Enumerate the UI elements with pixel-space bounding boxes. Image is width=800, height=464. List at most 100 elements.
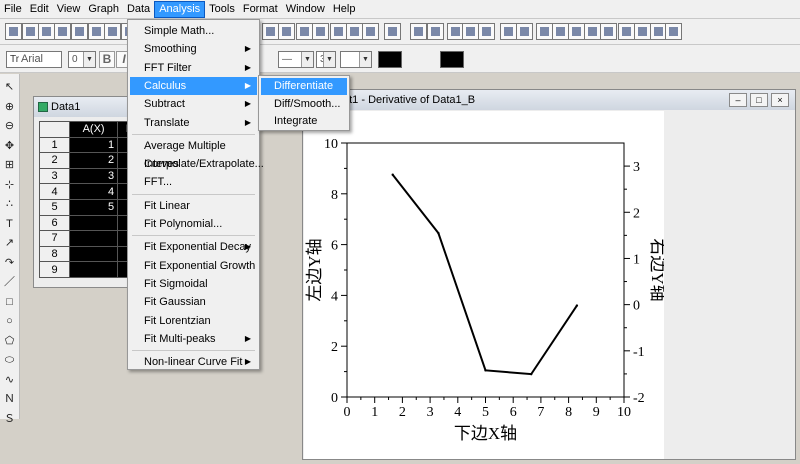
row-header[interactable]: 5 xyxy=(39,198,70,216)
text-tool-icon[interactable]: T xyxy=(2,217,17,232)
minimize-button[interactable]: – xyxy=(729,93,747,107)
menu-item-calculus[interactable]: Calculus ▶ xyxy=(130,76,257,95)
menu-item-fft-filter[interactable]: FFT Filter ▶ xyxy=(130,59,257,77)
toolbar-button[interactable] xyxy=(262,23,279,40)
cell-a[interactable] xyxy=(68,261,119,278)
menu-item-interpolate-extrapolate[interactable]: Interpolate/Extrapolate... xyxy=(130,155,264,173)
toolbar-button[interactable] xyxy=(104,23,121,40)
toolbar-button[interactable] xyxy=(536,23,553,40)
toolbar-button[interactable] xyxy=(54,23,71,40)
grid-corner[interactable] xyxy=(39,121,70,138)
toolbar-button[interactable] xyxy=(618,23,635,40)
freehand-icon[interactable]: Ｎ xyxy=(2,392,17,407)
toolbar-button[interactable] xyxy=(278,23,295,40)
toolbar-button[interactable] xyxy=(88,23,105,40)
screen-reader-icon[interactable]: ✥ xyxy=(2,139,17,154)
region-tool-icon[interactable]: ⬭ xyxy=(2,353,17,368)
menu-graph[interactable]: Graph xyxy=(84,1,123,18)
menu-item-smoothing[interactable]: Smoothing ▶ xyxy=(130,40,257,58)
zoom-out-icon[interactable]: ⊖ xyxy=(2,119,17,134)
curved-arrow-icon[interactable]: ↷ xyxy=(2,256,17,271)
toolbar-button[interactable] xyxy=(410,23,427,40)
zoom-in-icon[interactable]: ⊕ xyxy=(2,100,17,115)
cell-a[interactable]: 3 xyxy=(68,167,119,185)
line-color-swatch[interactable] xyxy=(378,51,402,68)
toolbar-button[interactable] xyxy=(296,23,313,40)
toolbar-button[interactable] xyxy=(516,23,533,40)
cell-a[interactable]: 2 xyxy=(68,152,119,169)
data1-titlebar[interactable]: Data1 xyxy=(34,97,142,117)
toolbar-button[interactable] xyxy=(552,23,569,40)
toolbar-button[interactable] xyxy=(362,23,379,40)
toolbar-button[interactable] xyxy=(600,23,617,40)
data-selector-icon[interactable]: ⊹ xyxy=(2,178,17,193)
menu-item-fit-lorentzian[interactable]: Fit Lorentzian xyxy=(130,312,257,330)
column-header-a[interactable]: A(X) xyxy=(68,121,119,138)
menu-data[interactable]: Data xyxy=(123,1,154,18)
menu-item-simple-math[interactable]: Simple Math... xyxy=(130,22,257,40)
cell-a[interactable] xyxy=(68,230,119,247)
toolbar-button[interactable] xyxy=(500,23,517,40)
menu-item-fit-sigmoidal[interactable]: Fit Sigmoidal xyxy=(130,275,257,293)
polygon-tool-icon[interactable]: ⬠ xyxy=(2,334,17,349)
cell-a[interactable] xyxy=(68,245,119,263)
graph-window[interactable]: ot1 - Derivative of Data1_B – □ × 0 1 2 3 4 5… xyxy=(302,89,796,460)
menu-item-fit-gaussian[interactable]: Fit Gaussian xyxy=(130,293,257,311)
menu-help[interactable]: Help xyxy=(329,1,360,18)
menu-item-subtract[interactable]: Subtract ▶ xyxy=(130,95,257,113)
submenu-item-diff-smooth[interactable]: Diff/Smooth... xyxy=(261,96,347,113)
toolbar-button[interactable] xyxy=(384,23,401,40)
menu-item-fit-exponential-decay[interactable]: Fit Exponential Decay ▶ xyxy=(130,238,257,256)
toolbar-button[interactable] xyxy=(584,23,601,40)
row-header[interactable]: 8 xyxy=(39,245,70,263)
font-size-select[interactable]: 0 ▼ xyxy=(68,51,96,68)
row-header[interactable]: 2 xyxy=(39,152,70,169)
toolbar-button[interactable] xyxy=(71,23,88,40)
toolbar-button[interactable] xyxy=(330,23,347,40)
row-header[interactable]: 4 xyxy=(39,183,70,200)
graph-titlebar[interactable]: ot1 - Derivative of Data1_B xyxy=(303,90,795,110)
cell-a[interactable]: 1 xyxy=(68,136,119,154)
menu-item-translate[interactable]: Translate ▶ xyxy=(130,114,257,132)
close-button[interactable]: × xyxy=(771,93,789,107)
cell-a[interactable]: 4 xyxy=(68,183,119,200)
menu-format[interactable]: Format xyxy=(239,1,282,18)
menu-view[interactable]: View xyxy=(53,1,85,18)
toolbar-button[interactable] xyxy=(462,23,479,40)
toolbar-button[interactable] xyxy=(634,23,651,40)
menu-item-fit-exponential-growth[interactable]: Fit Exponential Growth xyxy=(130,257,257,275)
maximize-button[interactable]: □ xyxy=(750,93,768,107)
toolbar-button[interactable] xyxy=(346,23,363,40)
polyline-icon[interactable]: ∿ xyxy=(2,373,17,388)
submenu-item-integrate[interactable]: Integrate xyxy=(261,113,347,130)
menu-tools[interactable]: Tools xyxy=(205,1,239,18)
toolbar-button[interactable] xyxy=(38,23,55,40)
menu-item-average-multiple-curves[interactable]: Average Multiple Curves xyxy=(130,137,257,170)
row-header[interactable]: 1 xyxy=(39,136,70,154)
toolbar-button[interactable] xyxy=(5,23,22,40)
row-header[interactable]: 6 xyxy=(39,214,70,232)
row-header[interactable]: 9 xyxy=(39,261,70,278)
toolbar-button[interactable] xyxy=(478,23,495,40)
toolbar-button[interactable] xyxy=(312,23,329,40)
menu-item-fit-multi-peaks[interactable]: Fit Multi-peaks ▶ xyxy=(130,330,257,348)
toolbar-button[interactable] xyxy=(665,23,682,40)
row-header[interactable]: 7 xyxy=(39,230,70,247)
menu-item-fit-polynomial[interactable]: Fit Polynomial... xyxy=(130,215,257,233)
rectangle-tool-icon[interactable]: □ xyxy=(2,295,17,310)
toolbar-button[interactable] xyxy=(427,23,444,40)
frame-style-select[interactable]: ▼ xyxy=(340,51,372,68)
menu-analysis[interactable]: Analysis xyxy=(154,0,206,18)
menu-item-fft[interactable]: FFT... xyxy=(130,173,257,191)
menu-edit[interactable]: Edit xyxy=(26,1,53,18)
cell-a[interactable] xyxy=(68,214,119,232)
line-width-select[interactable]: 3▼ xyxy=(316,51,336,68)
menu-item-non-linear-curve-fit[interactable]: Non-linear Curve Fit ▶ xyxy=(130,353,257,371)
fill-color-swatch[interactable] xyxy=(440,51,464,68)
row-header[interactable]: 3 xyxy=(39,167,70,185)
submenu-item-differentiate[interactable]: Differentiate xyxy=(261,78,347,95)
menu-file[interactable]: File xyxy=(0,1,26,18)
derivative-chart[interactable]: 0 1 2 3 4 5 6 7 8 9 100246810-2-10123下边X轴左边Y轴 右边Y轴 xyxy=(304,111,667,459)
spline-icon[interactable]: Ｓ xyxy=(2,412,17,427)
toolbar-button[interactable] xyxy=(22,23,39,40)
